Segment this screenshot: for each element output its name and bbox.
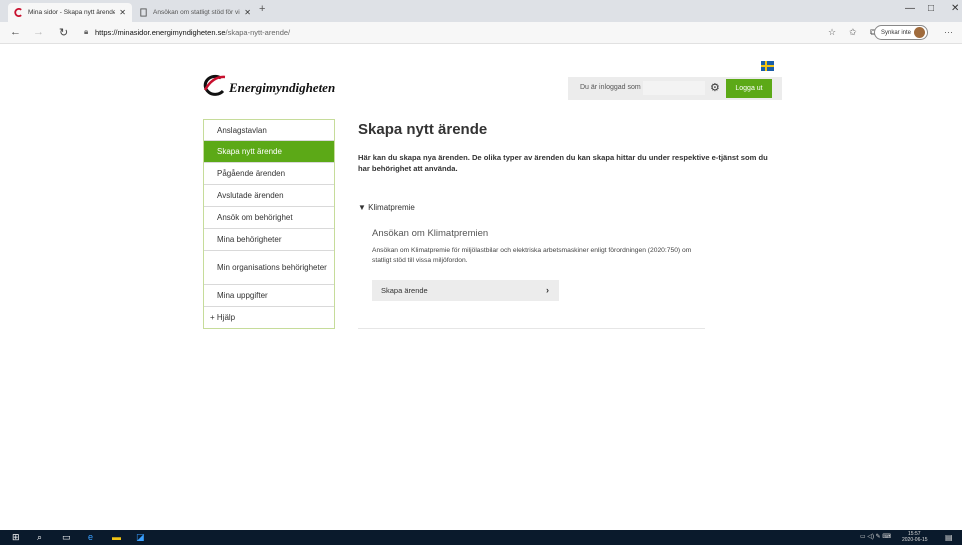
app-icon[interactable]: ◪	[136, 532, 145, 543]
tab-close-icon[interactable]: ✕	[244, 8, 251, 17]
windows-start-icon[interactable]: ⊞	[12, 532, 20, 543]
section-toggle-klimatpremie[interactable]: ▼ Klimatpremie	[358, 203, 415, 212]
sidebar-item-hjalp[interactable]: + Hjälp	[204, 307, 334, 328]
sidebar-item-skapa-nytt-arende[interactable]: Skapa nytt ärende	[204, 141, 334, 163]
refresh-icon[interactable]: ↻	[59, 26, 68, 39]
section-label: Klimatpremie	[368, 203, 415, 212]
login-status-box: Du är inloggad som ⚙ Logga ut	[568, 77, 782, 100]
lock-icon: 🔒︎	[84, 27, 89, 36]
avatar	[914, 27, 925, 38]
url-path: /skapa-nytt-arende/	[225, 28, 291, 37]
energimyndigheten-favicon	[14, 8, 23, 17]
page-icon	[139, 8, 148, 17]
sidebar-item-mina-uppgifter[interactable]: Mina uppgifter	[204, 285, 334, 307]
caret-down-icon: ▼	[358, 203, 366, 212]
logout-button[interactable]: Logga ut	[726, 79, 772, 98]
forward-arrow-icon[interactable]: →	[33, 26, 44, 38]
minimize-button[interactable]: —	[905, 3, 915, 14]
sidebar-item-pagaende-arenden[interactable]: Pågående ärenden	[204, 163, 334, 185]
site-logo[interactable]: Energimyndigheten	[201, 74, 335, 101]
windows-taskbar: ⊞ ⌕ ▭ e ▬ ◪ ▭ ◁) ✎ ⌨ 15:57 2020-06-15 ▤	[0, 530, 962, 545]
create-case-label: Skapa ärende	[381, 286, 428, 295]
tray-icons[interactable]: ▭ ◁) ✎ ⌨	[860, 533, 891, 540]
clock-date[interactable]: 2020-06-15	[902, 537, 928, 543]
logged-in-user	[643, 81, 705, 95]
sidebar-item-anslagstavlan[interactable]: Anslagstavlan	[204, 120, 334, 141]
new-tab-button[interactable]: +	[259, 3, 265, 15]
browser-tab-bar: Mina sidor - Skapa nytt ärende ✕ Ansökan…	[0, 0, 962, 22]
create-case-button[interactable]: Skapa ärende ›	[372, 280, 559, 301]
logo-text: Energimyndigheten	[229, 79, 336, 95]
sidebar-item-mina-behorigheter[interactable]: Mina behörigheter	[204, 229, 334, 251]
divider	[358, 328, 705, 329]
sync-label: Synkar inte	[881, 29, 912, 36]
favorites-list-icon[interactable]: ✩	[849, 27, 857, 38]
more-menu-icon[interactable]: ···	[944, 27, 953, 37]
sidebar-item-avslutade-arenden[interactable]: Avslutade ärenden	[204, 185, 334, 207]
back-arrow-icon[interactable]: ←	[10, 26, 21, 38]
url-field[interactable]: https://minasidor.energimyndigheten.se/s…	[95, 28, 290, 37]
sync-profile-button[interactable]: Synkar inte	[874, 25, 928, 40]
maximize-button[interactable]: □	[928, 3, 934, 14]
favorite-star-icon[interactable]: ☆	[828, 27, 836, 38]
edge-browser-icon[interactable]: e	[88, 532, 93, 542]
tab-ansokan[interactable]: Ansökan om statligt stöd för viss ✕	[133, 3, 257, 22]
notification-icon[interactable]: ▤	[945, 533, 953, 542]
tab-mina-sidor[interactable]: Mina sidor - Skapa nytt ärende ✕	[8, 3, 132, 22]
task-view-icon[interactable]: ▭	[62, 532, 71, 543]
card-description: Ansökan om Klimatpremie för miljölastbil…	[372, 247, 692, 264]
intro-text: Här kan du skapa nya ärenden. De olika t…	[358, 153, 768, 173]
gear-icon[interactable]: ⚙	[710, 81, 720, 94]
tab-title: Ansökan om statligt stöd för viss	[153, 9, 241, 16]
sidebar-menu: Anslagstavlan Skapa nytt ärende Pågående…	[203, 119, 335, 329]
tab-close-icon[interactable]: ✕	[119, 8, 126, 17]
sidebar-item-min-organisations-behorigheter[interactable]: Min organisations behörigheter	[204, 251, 334, 285]
swedish-flag-icon[interactable]	[761, 61, 774, 71]
file-explorer-icon[interactable]: ▬	[112, 532, 121, 542]
logged-in-label: Du är inloggad som	[580, 84, 641, 91]
chevron-right-icon: ›	[546, 285, 549, 295]
close-window-button[interactable]: ✕	[951, 3, 959, 14]
sidebar-item-ansok-om-behorighet[interactable]: Ansök om behörighet	[204, 207, 334, 229]
url-domain: https://minasidor.energimyndigheten.se	[95, 28, 226, 37]
page-title: Skapa nytt ärende	[358, 121, 488, 138]
logo-swoosh-icon	[201, 74, 227, 101]
address-bar: ← → ↻ 🔒︎ https://minasidor.energimyndigh…	[0, 22, 962, 44]
tab-title: Mina sidor - Skapa nytt ärende	[28, 9, 116, 16]
card-title: Ansökan om Klimatpremien	[372, 228, 489, 239]
search-icon[interactable]: ⌕	[37, 532, 42, 543]
